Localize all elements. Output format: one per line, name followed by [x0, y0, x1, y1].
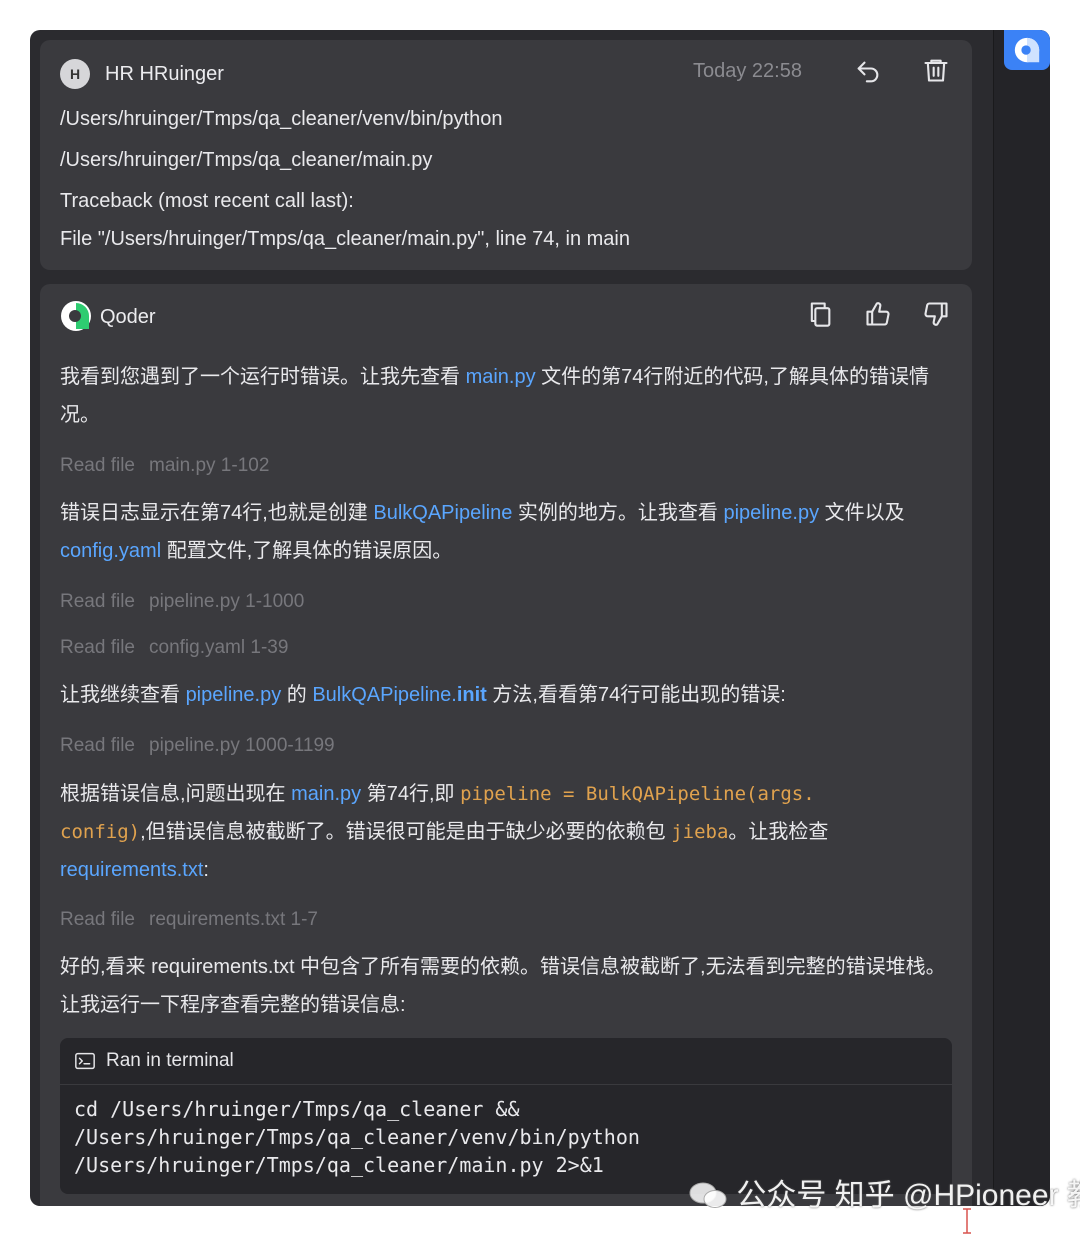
file-link-main-py[interactable]: main.py — [466, 366, 536, 388]
file-link-pipeline-py[interactable]: pipeline.py — [723, 502, 819, 524]
terminal-header[interactable]: Ran in terminal — [60, 1038, 952, 1085]
text-span: 我看到您遇到了一个运行时错误。让我先查看 — [60, 366, 466, 388]
agent-message-card: Qoder 我看到您遇到了一个运行时错误。让我先查看 main.py 文件的第7… — [40, 284, 972, 1206]
symbol-link-bulkqapipeline[interactable]: BulkQAPipeline — [373, 502, 512, 524]
agent-paragraph: 根据错误信息,问题出现在 main.py 第74行,即 pipeline = B… — [60, 775, 952, 889]
wechat-icon — [689, 1182, 727, 1208]
text-span: 方法,看看第74行可能出现的错误: — [486, 684, 786, 706]
text-span: 实例的地方。让我查看 — [512, 502, 724, 524]
thumbs-down-icon[interactable] — [920, 298, 952, 330]
right-sidebar — [993, 30, 1050, 1206]
agent-paragraph: 好的,看来 requirements.txt 中包含了所有需要的依赖。错误信息被… — [60, 956, 946, 1016]
read-file-label: Read file — [60, 455, 135, 476]
thumbs-up-icon[interactable] — [862, 298, 894, 330]
inline-code: jieba — [671, 821, 729, 843]
user-message-line: Traceback (most recent call last): — [60, 190, 354, 212]
user-message-line: /Users/hruinger/Tmps/qa_cleaner/venv/bin… — [60, 108, 503, 130]
read-file-label: Read file — [60, 637, 135, 658]
text-span: 配置文件,了解具体的错误原因。 — [161, 540, 453, 562]
text-span: 的 — [281, 684, 313, 706]
file-link-pipeline-py[interactable]: pipeline.py — [186, 684, 282, 706]
agent-paragraph: 让我继续查看 pipeline.py 的 BulkQAPipeline.init… — [60, 676, 952, 714]
read-file-label: Read file — [60, 735, 135, 756]
text-span: 根据错误信息,问题出现在 — [60, 783, 292, 805]
read-file-target: main.py 1-102 — [149, 455, 270, 476]
qoder-logo-icon — [1014, 37, 1040, 63]
undo-icon[interactable] — [852, 56, 884, 88]
terminal-title: Ran in terminal — [106, 1050, 234, 1071]
read-file-target: requirements.txt 1-7 — [149, 909, 318, 930]
text-span: 错误日志显示在第74行,也就是创建 — [60, 502, 374, 524]
inline-code: pipeline = BulkQAPipeline(args. — [460, 783, 815, 805]
watermark-text: 公众号 知乎 @HPioneer 教程 — [736, 1179, 1080, 1212]
chat-window: H HR HRuinger Today 22:58 /Users/hruinge… — [30, 30, 1050, 1206]
read-file-label: Read file — [60, 591, 135, 612]
user-message-line: /Users/hruinger/Tmps/qa_cleaner/main.py — [60, 149, 433, 171]
inline-code: config) — [60, 821, 141, 843]
text-span: 第74行,即 — [361, 783, 461, 805]
agent-sender-name: Qoder — [100, 306, 156, 328]
read-file-label: Read file — [60, 909, 135, 930]
file-link-requirements-txt[interactable]: requirements.txt — [60, 859, 203, 881]
user-message-line: File "/Users/hruinger/Tmps/qa_cleaner/ma… — [60, 228, 630, 250]
text-span: 。让我检查 — [728, 821, 829, 843]
read-file-target: pipeline.py 1-1000 — [149, 591, 305, 612]
text-cursor-icon — [963, 1208, 971, 1234]
terminal-icon — [75, 1052, 95, 1070]
link-text-bold: init — [456, 684, 487, 706]
user-avatar: H — [60, 59, 90, 89]
read-file-entry[interactable]: Read file requirements.txt 1-7 — [60, 906, 318, 934]
watermark: 公众号 知乎 @HPioneer 教程 — [688, 1170, 1080, 1214]
file-link-config-yaml[interactable]: config.yaml — [60, 540, 161, 562]
read-file-entry[interactable]: Read file pipeline.py 1-1000 — [60, 588, 304, 616]
read-file-target: config.yaml 1-39 — [149, 637, 289, 658]
user-sender-name: HR HRuinger — [105, 63, 224, 85]
read-file-entry[interactable]: Read file main.py 1-102 — [60, 452, 269, 480]
file-link-main-py[interactable]: main.py — [291, 783, 361, 805]
text-span: 让我继续查看 — [60, 684, 186, 706]
user-message-card: H HR HRuinger Today 22:58 /Users/hruinge… — [40, 40, 972, 270]
agent-paragraph: 错误日志显示在第74行,也就是创建 BulkQAPipeline 实例的地方。让… — [60, 494, 952, 570]
symbol-link-init[interactable]: BulkQAPipeline.init — [312, 684, 487, 706]
read-file-entry[interactable]: Read file config.yaml 1-39 — [60, 634, 288, 662]
app-logo-button[interactable] — [1004, 30, 1050, 70]
text-span: : — [203, 859, 209, 881]
agent-paragraph: 我看到您遇到了一个运行时错误。让我先查看 main.py 文件的第74行附近的代… — [60, 358, 952, 434]
text-span: 文件以及 — [819, 502, 905, 524]
read-file-target: pipeline.py 1000-1199 — [149, 735, 335, 756]
read-file-entry[interactable]: Read file pipeline.py 1000-1199 — [60, 732, 335, 760]
qoder-logo-icon — [61, 301, 91, 331]
copy-icon[interactable] — [804, 298, 836, 330]
text-span: ,但错误信息被截断了。错误很可能是由于缺少必要的依赖包 — [140, 821, 672, 843]
trash-icon[interactable] — [920, 54, 952, 86]
message-timestamp: Today 22:58 — [693, 60, 802, 82]
link-text: BulkQAPipeline. — [312, 684, 457, 706]
